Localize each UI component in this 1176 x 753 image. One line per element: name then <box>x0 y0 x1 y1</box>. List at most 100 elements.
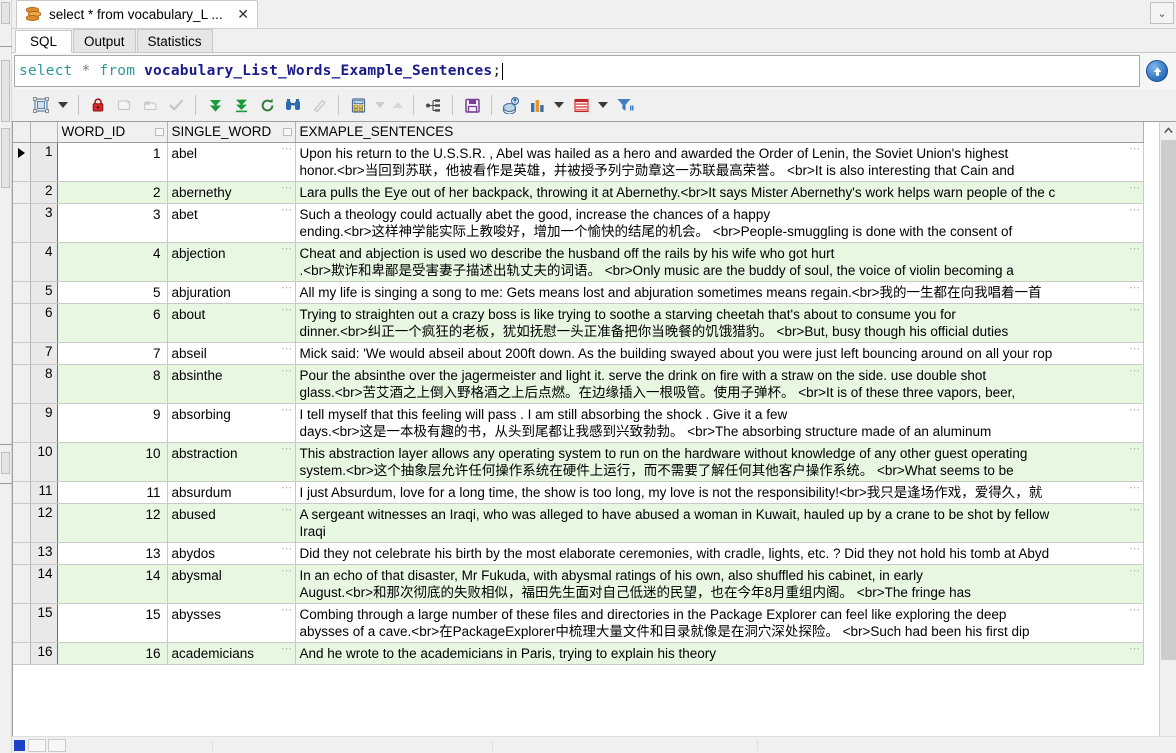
cell-word-id[interactable]: 8 <box>57 364 168 404</box>
cell-exmaple-sentences[interactable]: Lara pulls the Eye out of her backpack, … <box>295 181 1144 204</box>
row-selector[interactable] <box>13 303 31 343</box>
cell-word-id[interactable]: 13 <box>57 542 168 565</box>
scroll-up-arrow-icon[interactable] <box>1160 122 1176 139</box>
column-resize-handle[interactable] <box>154 128 164 136</box>
cell-single-word[interactable]: academicians ⋯ <box>167 642 296 665</box>
cell-menu-icon[interactable]: ⋯ <box>281 604 293 615</box>
cell-single-word[interactable]: about ⋯ <box>167 303 296 343</box>
rail-handle-connections[interactable] <box>1 60 10 122</box>
cell-menu-icon[interactable]: ⋯ <box>1129 543 1141 554</box>
cell-menu-icon[interactable]: ⋯ <box>1129 404 1141 415</box>
bar-chart-icon[interactable] <box>524 92 550 118</box>
cell-menu-icon[interactable]: ⋯ <box>1129 204 1141 215</box>
rail-handle-bottom[interactable] <box>1 452 10 474</box>
cell-menu-icon[interactable]: ⋯ <box>281 643 293 654</box>
cell-single-word[interactable]: abjuration ⋯ <box>167 281 296 304</box>
cell-menu-icon[interactable]: ⋯ <box>1129 504 1141 515</box>
scroll-marker[interactable] <box>14 740 25 751</box>
table-row[interactable]: 4 4 abjection ⋯ Cheat and abjection is used … <box>13 242 1144 282</box>
row-selector[interactable] <box>13 564 31 604</box>
row-selector[interactable] <box>13 481 31 504</box>
cell-exmaple-sentences[interactable]: Trying to straighten out a crazy boss is… <box>295 303 1144 343</box>
rail-handle-navigator[interactable] <box>1 128 10 188</box>
tab-statistics[interactable]: Statistics <box>136 29 213 52</box>
hscroll-box-b[interactable] <box>48 739 66 752</box>
run-query-button[interactable] <box>1140 55 1174 87</box>
hscroll-box-a[interactable] <box>28 739 46 752</box>
tab-sql[interactable]: SQL <box>15 30 73 53</box>
cell-exmaple-sentences[interactable]: I just Absurdum, love for a long time, t… <box>295 481 1144 504</box>
cell-menu-icon[interactable]: ⋯ <box>281 365 293 376</box>
cell-exmaple-sentences[interactable]: In an echo of that disaster, Mr Fukuda, … <box>295 564 1144 604</box>
cell-menu-icon[interactable]: ⋯ <box>1129 643 1141 654</box>
find-binoculars-icon[interactable] <box>280 92 306 118</box>
table-row[interactable]: 9 9 absorbing ⋯ I tell myself that this feel… <box>13 403 1144 443</box>
cell-menu-icon[interactable]: ⋯ <box>1129 482 1141 493</box>
table-grid-dropdown-icon[interactable] <box>594 92 612 118</box>
cell-menu-icon[interactable]: ⋯ <box>1129 343 1141 354</box>
rail-handle-top[interactable] <box>1 2 10 24</box>
cell-menu-icon[interactable]: ⋯ <box>1129 182 1141 193</box>
tab-output[interactable]: Output <box>73 29 136 52</box>
vertical-scroll-thumb[interactable] <box>1161 140 1176 660</box>
cell-menu-icon[interactable]: ⋯ <box>1129 565 1141 576</box>
cell-single-word[interactable]: abstraction ⋯ <box>167 442 296 482</box>
cell-menu-icon[interactable]: ⋯ <box>281 304 293 315</box>
vertical-scrollbar[interactable] <box>1159 122 1176 736</box>
cell-menu-icon[interactable]: ⋯ <box>1129 604 1141 615</box>
cell-menu-icon[interactable]: ⋯ <box>1129 365 1141 376</box>
row-selector[interactable] <box>13 503 31 543</box>
sql-input[interactable]: select * from vocabulary_List_Words_Exam… <box>14 55 1140 87</box>
table-row[interactable]: 8 8 absinthe ⋯ Pour the absinthe over the ja… <box>13 364 1144 404</box>
cell-menu-icon[interactable]: ⋯ <box>281 543 293 554</box>
table-row[interactable]: 6 6 about ⋯ Trying to straighten out a crazy… <box>13 303 1144 343</box>
editor-tab-sql-query[interactable]: select * from vocabulary_L ... ✕ <box>16 0 258 28</box>
cell-word-id[interactable]: 3 <box>57 203 168 243</box>
cell-menu-icon[interactable]: ⋯ <box>281 443 293 454</box>
cell-menu-icon[interactable]: ⋯ <box>281 504 293 515</box>
cell-single-word[interactable]: abel ⋯ <box>167 142 296 182</box>
table-row[interactable]: 1 1 abel ⋯ Upon his return to the U.S.S.R. ,… <box>13 142 1144 182</box>
cell-exmaple-sentences[interactable]: All my life is singing a song to me: Get… <box>295 281 1144 304</box>
hierarchy-icon[interactable] <box>420 92 446 118</box>
bar-chart-dropdown-icon[interactable] <box>550 92 568 118</box>
cell-menu-icon[interactable]: ⋯ <box>281 204 293 215</box>
cell-single-word[interactable]: abused ⋯ <box>167 503 296 543</box>
table-row[interactable]: 5 5 abjuration ⋯ All my life is singing a so… <box>13 281 1144 304</box>
cell-single-word[interactable]: abjection ⋯ <box>167 242 296 282</box>
cell-word-id[interactable]: 16 <box>57 642 168 665</box>
table-row[interactable]: 7 7 abseil ⋯ Mick said: 'We would abseil abo… <box>13 342 1144 365</box>
cell-word-id[interactable]: 14 <box>57 564 168 604</box>
lock-icon[interactable] <box>85 92 111 118</box>
cell-menu-icon[interactable]: ⋯ <box>281 343 293 354</box>
row-selector[interactable] <box>13 364 31 404</box>
cell-exmaple-sentences[interactable]: Cheat and abjection is used wo describe … <box>295 242 1144 282</box>
cell-exmaple-sentences[interactable]: This abstraction layer allows any operat… <box>295 442 1144 482</box>
cell-single-word[interactable]: absurdum ⋯ <box>167 481 296 504</box>
table-grid-icon[interactable] <box>568 92 594 118</box>
cell-exmaple-sentences[interactable]: And he wrote to the academicians in Pari… <box>295 642 1144 665</box>
cell-word-id[interactable]: 4 <box>57 242 168 282</box>
cell-menu-icon[interactable]: ⋯ <box>281 482 293 493</box>
row-selector[interactable] <box>13 242 31 282</box>
cell-exmaple-sentences[interactable]: Such a theology could actually abet the … <box>295 203 1144 243</box>
cell-single-word[interactable]: abydos ⋯ <box>167 542 296 565</box>
row-selector[interactable] <box>13 342 31 365</box>
table-row[interactable]: 11 11 absurdum ⋯ I just Absurdum, love for a… <box>13 481 1144 504</box>
cell-menu-icon[interactable]: ⋯ <box>281 282 293 293</box>
cell-exmaple-sentences[interactable]: Pour the absinthe over the jagermeister … <box>295 364 1144 404</box>
column-header-exmaple-sentences[interactable]: EXMAPLE_SENTENCES <box>295 122 1144 143</box>
fetch-all-down-icon[interactable] <box>228 92 254 118</box>
row-selector[interactable] <box>13 281 31 304</box>
table-row[interactable]: 10 10 abstraction ⋯ This abstraction layer a… <box>13 442 1144 482</box>
table-row[interactable]: 14 14 abysmal ⋯ In an echo of that disaster,… <box>13 564 1144 604</box>
cell-word-id[interactable]: 6 <box>57 303 168 343</box>
cell-menu-icon[interactable]: ⋯ <box>1129 143 1141 154</box>
cell-exmaple-sentences[interactable]: I tell myself that this feeling will pas… <box>295 403 1144 443</box>
column-resize-handle[interactable] <box>282 128 292 136</box>
chevron-down-icon[interactable]: ⌄ <box>1150 2 1174 24</box>
row-selector[interactable] <box>13 142 31 182</box>
refresh-icon[interactable] <box>254 92 280 118</box>
cell-single-word[interactable]: absorbing ⋯ <box>167 403 296 443</box>
cell-word-id[interactable]: 10 <box>57 442 168 482</box>
